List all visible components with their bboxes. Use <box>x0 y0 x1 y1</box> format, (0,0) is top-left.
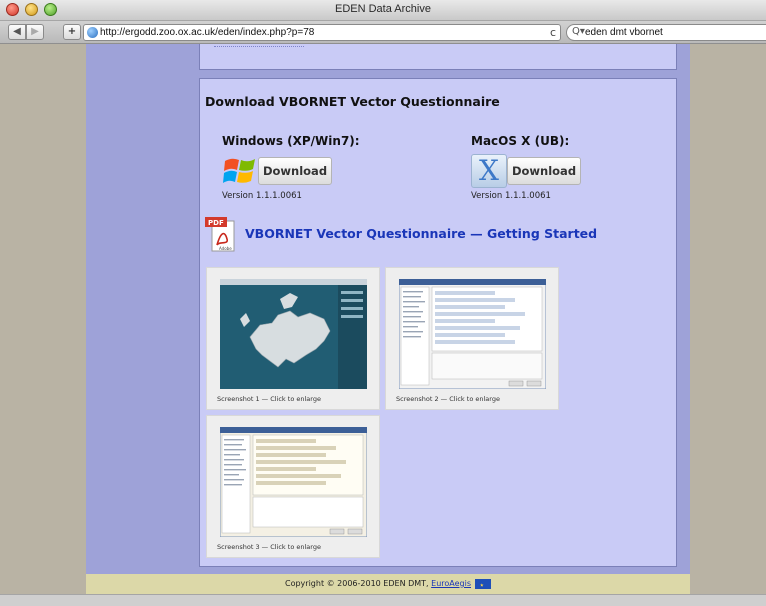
screenshot-2-thumbnail[interactable]: Screenshot 2 — Click to enlarge <box>385 267 559 410</box>
search-icon[interactable]: Q▾ <box>572 26 585 37</box>
macos-x-icon: X <box>471 154 507 188</box>
globe-icon <box>87 27 98 38</box>
svg-text:PDF: PDF <box>208 219 224 227</box>
add-bookmark-button[interactable]: + <box>63 24 81 40</box>
previous-panel <box>199 44 677 70</box>
address-bar[interactable]: http://ergodd.zoo.ox.ac.uk/eden/index.ph… <box>83 24 561 41</box>
mac-download-button[interactable]: X Download <box>471 154 583 188</box>
eu-flag-icon <box>475 576 491 596</box>
screenshot-1-thumbnail[interactable]: Screenshot 1 — Click to enlarge <box>206 267 380 410</box>
euroaegis-link[interactable]: EuroAegis <box>431 579 471 588</box>
url-text[interactable]: http://ergodd.zoo.ox.ac.uk/eden/index.ph… <box>100 27 314 38</box>
status-bar <box>0 594 766 606</box>
copyright-text: Copyright © 2006-2010 EDEN DMT, <box>284 579 432 588</box>
panel-heading: Download VBORNET Vector Questionnaire <box>205 94 500 109</box>
window-titlebar: EDEN Data Archive <box>0 0 766 21</box>
screenshot-1-caption: Screenshot 1 — Click to enlarge <box>217 395 321 403</box>
windows-download-label: Download <box>258 157 332 185</box>
windows-download-button[interactable]: Download <box>222 154 334 188</box>
pdf-icon[interactable]: PDF Adobe <box>205 217 237 252</box>
back-button[interactable]: ◀ <box>8 24 26 40</box>
download-panel: Download VBORNET Vector Questionnaire Wi… <box>199 78 677 567</box>
windows-version: Version 1.1.1.0061 <box>222 191 302 201</box>
windows-logo-icon <box>223 158 255 183</box>
form-screenshot-image <box>399 279 546 389</box>
screenshot-3-thumbnail[interactable]: Screenshot 3 — Click to enlarge <box>206 415 380 558</box>
forward-button[interactable]: ▶ <box>26 24 44 40</box>
svg-text:Adobe: Adobe <box>219 246 232 251</box>
search-field[interactable]: Q▾ eden dmt vbornet <box>566 24 766 41</box>
reload-icon[interactable]: c <box>550 26 556 39</box>
screenshot-3-caption: Screenshot 3 — Click to enlarge <box>217 543 321 551</box>
browser-toolbar: ◀ ▶ + http://ergodd.zoo.ox.ac.uk/eden/in… <box>0 21 766 44</box>
mac-download-label: Download <box>507 157 581 185</box>
search-input[interactable]: eden dmt vbornet <box>585 27 663 38</box>
page-footer: Copyright © 2006-2010 EDEN DMT, EuroAegi… <box>86 574 690 596</box>
window-title: EDEN Data Archive <box>335 3 431 15</box>
page-viewport: Download VBORNET Vector Questionnaire Wi… <box>0 44 766 606</box>
mac-version: Version 1.1.1.0061 <box>471 191 551 201</box>
form-screenshot-image <box>220 427 367 537</box>
screenshot-2-caption: Screenshot 2 — Click to enlarge <box>396 395 500 403</box>
getting-started-pdf-link[interactable]: VBORNET Vector Questionnaire — Getting S… <box>245 226 597 241</box>
windows-label: Windows (XP/Win7): <box>222 134 360 148</box>
divider <box>214 46 304 47</box>
mac-label: MacOS X (UB): <box>471 134 570 148</box>
map-screenshot-image <box>220 279 367 389</box>
